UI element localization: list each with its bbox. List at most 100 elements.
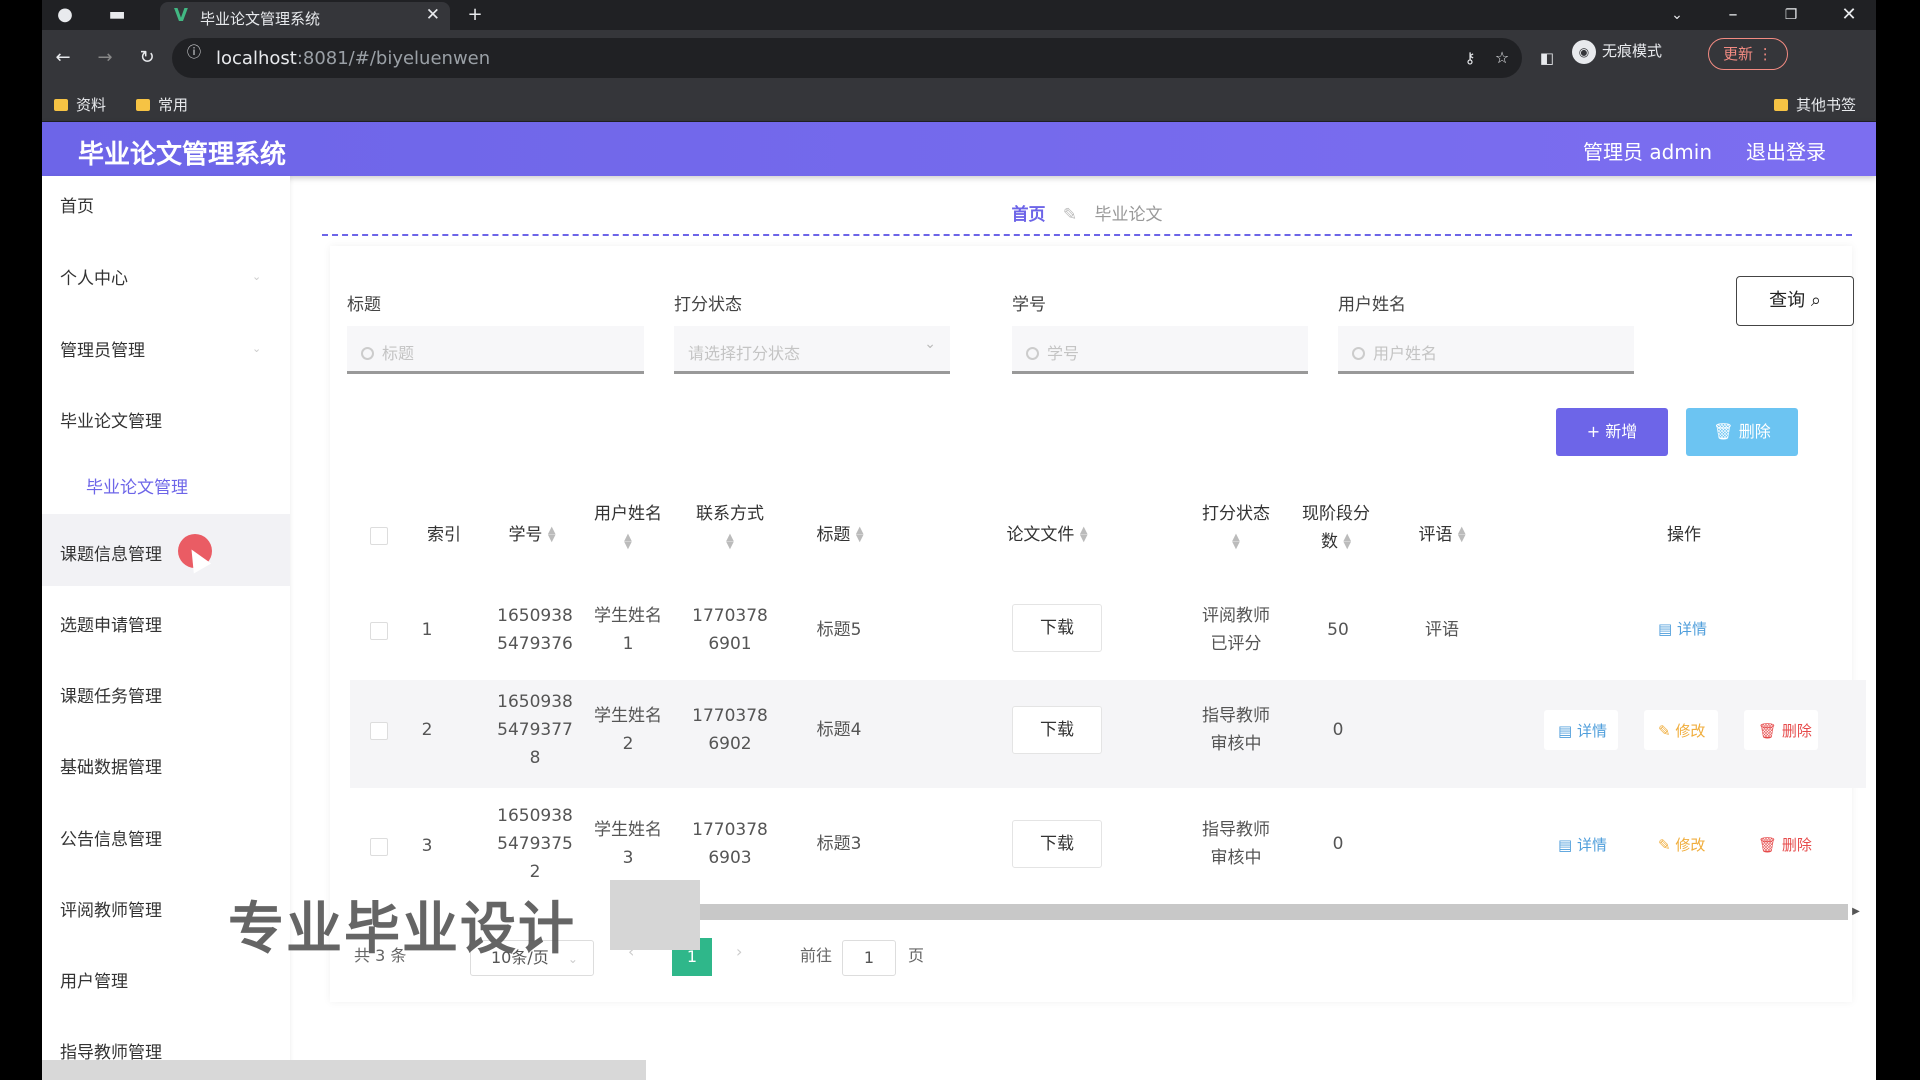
sidebar-item-home[interactable]: 首页 — [60, 192, 94, 217]
download-button[interactable]: 下载 — [1012, 604, 1102, 652]
scroll-right-icon[interactable]: ▶ — [1848, 904, 1864, 920]
download-button[interactable]: 下载 — [1012, 706, 1102, 754]
url-field[interactable]: ⓘ localhost:8081/#/biyeluenwen ⚷ ☆ — [172, 38, 1522, 78]
filter-status-label: 打分状态 — [674, 295, 742, 315]
page-unit-label: 页 — [908, 946, 925, 965]
col-username[interactable]: 用户姓名 ▲ ▼ — [586, 500, 670, 556]
row-contact: 1770378 6901 — [692, 606, 768, 654]
bookmark-star-icon[interactable]: ☆ — [1490, 43, 1514, 73]
sidebar-item-base-data[interactable]: 基础数据管理 — [60, 753, 162, 778]
divider — [322, 234, 1852, 236]
row-score: 50 — [1327, 620, 1349, 640]
sort-icon[interactable]: ▲ ▼ — [726, 533, 734, 551]
search-icon — [361, 347, 374, 360]
row-username: 学生姓名 2 — [594, 706, 662, 754]
update-button[interactable]: 更新 ⋮ — [1708, 38, 1788, 70]
col-student-no[interactable]: 学号 ▲ ▼ — [490, 521, 574, 549]
forward-icon[interactable]: → — [90, 43, 120, 73]
sort-icon[interactable]: ▲ ▼ — [1343, 533, 1351, 551]
row-contact: 1770378 6902 — [692, 706, 768, 754]
sort-icon[interactable]: ▲ ▼ — [548, 526, 556, 544]
bookmark-folder-changyong[interactable]: 常用 — [136, 94, 188, 115]
table-horizontal-scrollbar[interactable] — [672, 904, 1848, 920]
window-icon[interactable]: ▬ — [102, 0, 132, 30]
col-contact[interactable]: 联系方式 ▲ ▼ — [688, 500, 772, 556]
row-checkbox[interactable] — [370, 722, 388, 740]
sidebar-item-topic-info[interactable]: 课题信息管理 — [60, 540, 162, 565]
back-icon[interactable]: ← — [48, 43, 78, 73]
add-button[interactable]: + 新增 — [1556, 408, 1668, 456]
sidebar-item-users[interactable]: 用户管理 — [60, 967, 128, 992]
delete-button[interactable]: 🗑 删除 — [1758, 834, 1812, 855]
tab-search-icon[interactable]: ⌄ — [1662, 0, 1692, 30]
document-icon: ▤ — [1658, 620, 1673, 638]
sort-icon[interactable]: ▲ ▼ — [1232, 533, 1240, 551]
breadcrumb: 首页 ✎ 毕业论文 — [322, 200, 1852, 225]
select-all-checkbox[interactable] — [370, 527, 388, 545]
sidebar-item-thesis[interactable]: 毕业论文管理 — [60, 407, 162, 432]
site-info-icon[interactable]: ⓘ — [184, 43, 204, 63]
col-score[interactable]: 现阶段分数 ▲ ▼ — [1294, 500, 1378, 556]
status-select[interactable]: 请选择打分状态 ⌄ — [674, 326, 950, 374]
query-button[interactable]: 查询 ⌕ — [1736, 276, 1854, 326]
table-row[interactable]: 3 1650938 5479375 2 学生姓名 3 1770378 6903 标题3 … — [350, 796, 1866, 900]
plus-icon: + — [1586, 422, 1601, 441]
next-page-icon[interactable]: › — [736, 942, 742, 961]
incognito-indicator[interactable]: ◉ 无痕模式 — [1572, 40, 1662, 64]
detail-button[interactable]: ▤ 详情 — [1658, 618, 1707, 639]
edit-button[interactable]: ✎ 修改 — [1658, 720, 1705, 741]
bookmark-folder-ziliao[interactable]: 资料 — [54, 94, 106, 115]
document-icon: ▤ — [1558, 836, 1573, 854]
sidebar-item-topic-apply[interactable]: 选题申请管理 — [60, 611, 162, 636]
download-button[interactable]: 下载 — [1012, 820, 1102, 868]
sidebar-item-topic-task[interactable]: 课题任务管理 — [60, 682, 162, 707]
edit-button[interactable]: ✎ 修改 — [1658, 834, 1705, 855]
document-icon: ▤ — [1558, 722, 1573, 740]
delete-button[interactable]: 🗑 删除 — [1758, 720, 1812, 741]
chevron-down-icon: ⌄ — [252, 342, 262, 355]
side-panel-icon[interactable]: ◧ — [1532, 43, 1562, 73]
breadcrumb-home[interactable]: 首页 — [1011, 205, 1045, 225]
col-title[interactable]: 标题 ▲ ▼ — [798, 521, 882, 549]
chevron-down-icon: ⌄ — [252, 270, 262, 283]
sidebar-subitem-thesis[interactable]: 毕业论文管理 — [86, 473, 188, 498]
sort-icon[interactable]: ▲ ▼ — [1080, 526, 1088, 544]
row-title: 标题4 — [816, 720, 862, 740]
restore-icon[interactable]: ❐ — [1776, 0, 1806, 30]
student-no-input[interactable]: 学号 — [1012, 326, 1308, 374]
username-input[interactable]: 用户姓名 — [1338, 326, 1634, 374]
row-checkbox[interactable] — [370, 838, 388, 856]
detail-button[interactable]: ▤ 详情 — [1558, 720, 1607, 741]
detail-button[interactable]: ▤ 详情 — [1558, 834, 1607, 855]
bookmark-folder-other[interactable]: 其他书签 — [1774, 94, 1856, 115]
goto-page-input[interactable]: 1 — [842, 940, 896, 976]
table-row[interactable]: 1 1650938 5479376 学生姓名 1 1770378 6901 标题5 下… — [350, 580, 1866, 680]
url-text: localhost:8081/#/biyeluenwen — [216, 48, 491, 69]
sort-icon[interactable]: ▲ ▼ — [624, 533, 632, 551]
col-status[interactable]: 打分状态 ▲ ▼ — [1194, 500, 1278, 556]
title-search-input[interactable]: 标题 — [347, 326, 644, 374]
table-row[interactable]: 2 1650938 5479377 8 学生姓名 2 1770378 6902 标题4 … — [350, 680, 1866, 788]
tab-title: 毕业论文管理系统 — [200, 10, 321, 28]
browser-tab[interactable]: V 毕业论文管理系统 ✕ — [160, 2, 450, 30]
key-icon[interactable]: ⚷ — [1458, 43, 1482, 73]
col-comment[interactable]: 评语 ▲ ▼ — [1400, 521, 1484, 549]
reload-icon[interactable]: ↻ — [132, 43, 162, 73]
row-student-no: 1650938 5479375 2 — [497, 806, 573, 882]
sidebar-item-notice[interactable]: 公告信息管理 — [60, 825, 162, 850]
tab-close-icon[interactable]: ✕ — [426, 5, 440, 25]
batch-delete-button[interactable]: 🗑 删除 — [1686, 408, 1798, 456]
new-tab-icon[interactable]: + — [460, 0, 490, 30]
logout-button[interactable]: 退出登录 — [1746, 136, 1826, 165]
col-ops: 操作 — [1667, 525, 1701, 545]
close-window-icon[interactable]: ✕ — [1834, 0, 1864, 30]
row-checkbox[interactable] — [370, 622, 388, 640]
sidebar-item-reviewer[interactable]: 评阅教师管理 — [60, 896, 162, 921]
sidebar-item-admin[interactable]: 管理员管理 — [60, 336, 145, 361]
col-file[interactable]: 论文文件 ▲ ▼ — [992, 521, 1102, 549]
browser-logo-icon[interactable]: ● — [50, 0, 80, 30]
sort-icon[interactable]: ▲ ▼ — [1458, 526, 1466, 544]
minimize-icon[interactable]: – — [1718, 0, 1748, 30]
sidebar-item-profile[interactable]: 个人中心 — [60, 264, 128, 289]
sort-icon[interactable]: ▲ ▼ — [856, 526, 864, 544]
